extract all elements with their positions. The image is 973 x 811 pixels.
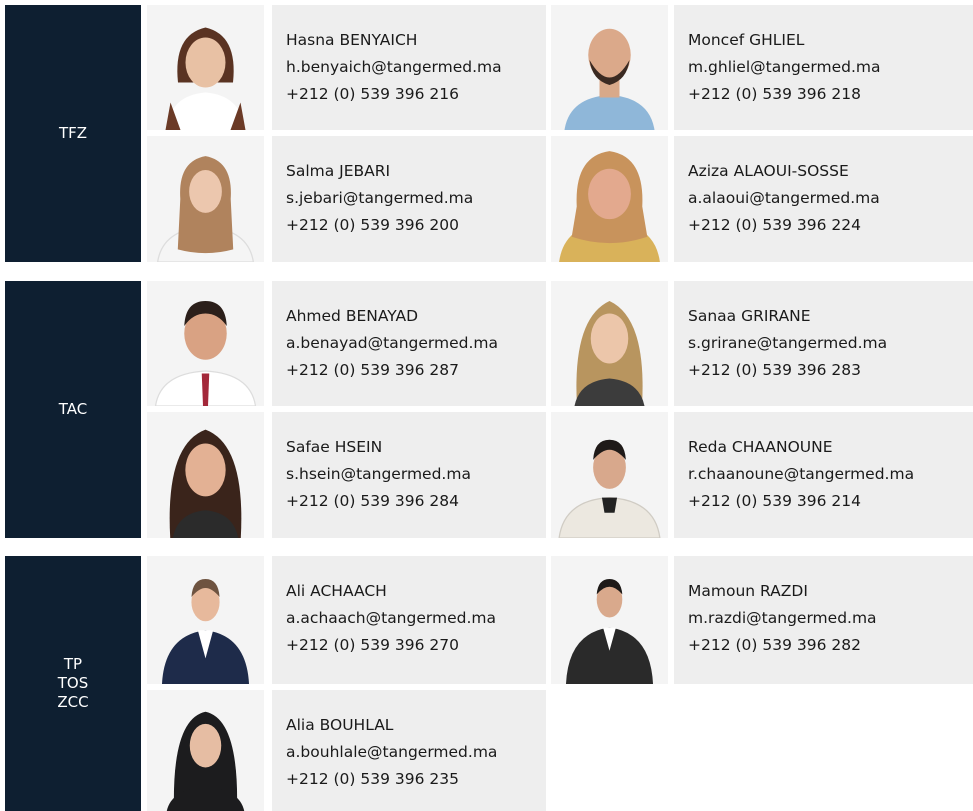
contact-card: Sanaa GRIRANE s.grirane@tangermed.ma +21…: [674, 281, 973, 406]
zone-label: TAC: [5, 281, 141, 538]
zone-label: TFZ: [5, 5, 141, 262]
contact-card: Moncef GHLIEL m.ghliel@tangermed.ma +212…: [674, 5, 973, 130]
contact-card: Safae HSEIN s.hsein@tangermed.ma +212 (0…: [272, 412, 546, 538]
person-email[interactable]: s.hsein@tangermed.ma: [286, 461, 546, 488]
person-phone: +212 (0) 539 396 282: [688, 636, 861, 654]
person-email[interactable]: m.ghliel@tangermed.ma: [688, 54, 973, 81]
person-email[interactable]: m.razdi@tangermed.ma: [688, 605, 973, 632]
zone-label: TP TOS ZCC: [5, 556, 141, 811]
contact-card: Ali ACHAACH a.achaach@tangermed.ma +212 …: [272, 556, 546, 684]
person-photo: [551, 281, 668, 406]
contact-card: Ahmed BENAYAD a.benayad@tangermed.ma +21…: [272, 281, 546, 406]
person-name: Ali ACHAACH: [286, 582, 387, 600]
person-photo: [147, 690, 264, 811]
contact-card: Hasna BENYAICH h.benyaich@tangermed.ma +…: [272, 5, 546, 130]
person-name: Salma JEBARI: [286, 162, 391, 180]
person-name: Sanaa GRIRANE: [688, 307, 811, 325]
person-email[interactable]: a.achaach@tangermed.ma: [286, 605, 546, 632]
person-phone: +212 (0) 539 396 270: [286, 636, 459, 654]
person-phone: +212 (0) 539 396 283: [688, 361, 861, 379]
person-name: Alia BOUHLAL: [286, 716, 394, 734]
contact-card: Mamoun RAZDI m.razdi@tangermed.ma +212 (…: [674, 556, 973, 684]
person-phone: +212 (0) 539 396 235: [286, 770, 459, 788]
person-phone: +212 (0) 539 396 200: [286, 216, 459, 234]
person-name: Ahmed BENAYAD: [286, 307, 419, 325]
person-phone: +212 (0) 539 396 224: [688, 216, 861, 234]
contact-card: Salma JEBARI s.jebari@tangermed.ma +212 …: [272, 136, 546, 262]
person-photo: [147, 136, 264, 262]
person-email[interactable]: s.grirane@tangermed.ma: [688, 330, 973, 357]
person-phone: +212 (0) 539 396 218: [688, 85, 861, 103]
person-photo: [551, 556, 668, 684]
person-photo: [551, 136, 668, 262]
person-photo: [147, 281, 264, 406]
person-email[interactable]: a.benayad@tangermed.ma: [286, 330, 546, 357]
person-name: Safae HSEIN: [286, 438, 383, 456]
contact-card: Alia BOUHLAL a.bouhlale@tangermed.ma +21…: [272, 690, 546, 811]
person-name: Aziza ALAOUI-SOSSE: [688, 162, 849, 180]
person-phone: +212 (0) 539 396 216: [286, 85, 459, 103]
person-email[interactable]: r.chaanoune@tangermed.ma: [688, 461, 973, 488]
person-phone: +212 (0) 539 396 284: [286, 492, 459, 510]
person-email[interactable]: a.alaoui@tangermed.ma: [688, 185, 973, 212]
person-photo: [147, 5, 264, 130]
person-photo: [551, 5, 668, 130]
contact-card: Aziza ALAOUI-SOSSE a.alaoui@tangermed.ma…: [674, 136, 973, 262]
person-name: Reda CHAANOUNE: [688, 438, 833, 456]
person-email[interactable]: h.benyaich@tangermed.ma: [286, 54, 546, 81]
person-name: Mamoun RAZDI: [688, 582, 808, 600]
person-phone: +212 (0) 539 396 214: [688, 492, 861, 510]
person-name: Moncef GHLIEL: [688, 31, 805, 49]
person-name: Hasna BENYAICH: [286, 31, 418, 49]
contact-card: Reda CHAANOUNE r.chaanoune@tangermed.ma …: [674, 412, 973, 538]
person-phone: +212 (0) 539 396 287: [286, 361, 459, 379]
person-photo: [147, 412, 264, 538]
person-photo: [551, 412, 668, 538]
person-email[interactable]: s.jebari@tangermed.ma: [286, 185, 546, 212]
person-email[interactable]: a.bouhlale@tangermed.ma: [286, 739, 546, 766]
person-photo: [147, 556, 264, 684]
